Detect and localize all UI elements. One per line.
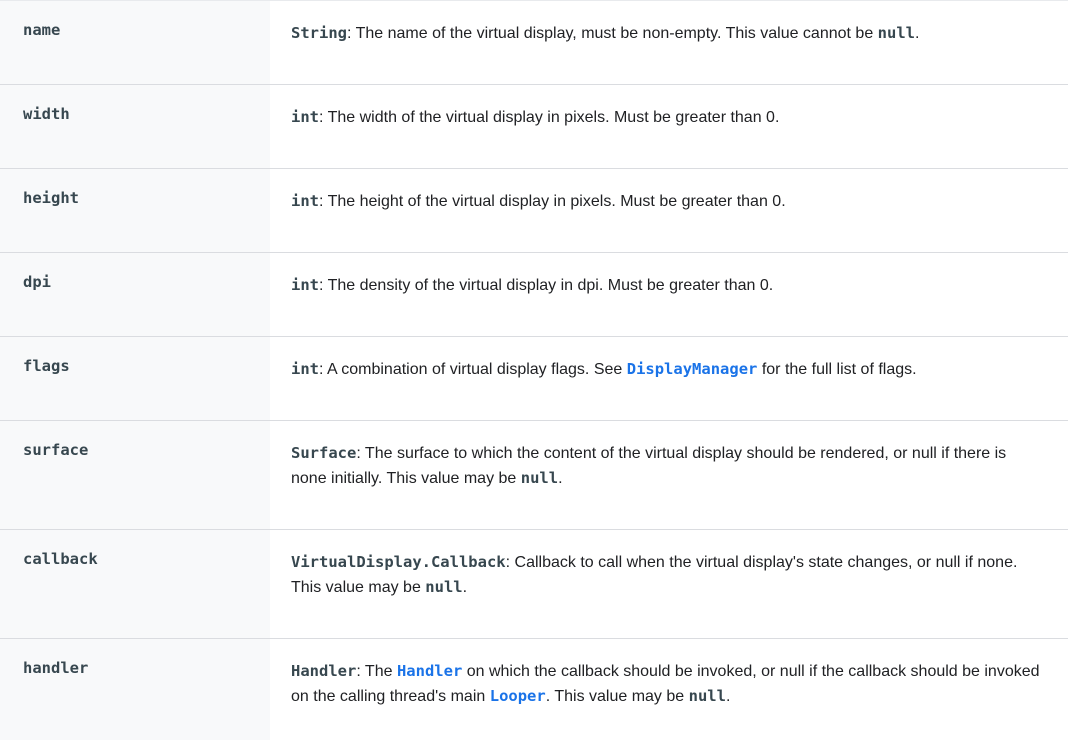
param-name: flags [0,336,270,421]
type-code: int [291,360,319,378]
param-description: Surface: The surface to which the conten… [270,421,1068,530]
inline-code: null [688,687,726,705]
param-name: surface [0,420,270,530]
param-row-flags: flags int: A combination of virtual disp… [0,336,1068,421]
description-text: . [462,579,468,596]
param-row-callback: callback VirtualDisplay.Callback: Callba… [0,529,1068,639]
type-code: int [291,276,319,294]
description-text: . This value may be [545,688,689,705]
param-description: int: The width of the virtual display in… [270,85,1068,169]
description-text: : The name of the virtual display, must … [347,25,878,42]
looper-link[interactable]: Looper [490,687,546,705]
param-row-width: width int: The width of the virtual disp… [0,84,1068,169]
param-name: name [0,0,270,85]
type-code: VirtualDisplay.Callback [291,553,506,571]
param-name: callback [0,529,270,639]
param-row-handler: handler Handler: The Handler on which th… [0,638,1068,740]
param-description: String: The name of the virtual display,… [270,1,1068,85]
param-row-height: height int: The height of the virtual di… [0,168,1068,253]
description-text: : A combination of virtual display flags… [319,361,627,378]
param-description: int: The density of the virtual display … [270,253,1068,337]
type-code: Surface [291,444,357,462]
type-code: int [291,192,319,210]
param-name: height [0,168,270,253]
param-description: VirtualDisplay.Callback: Callback to cal… [270,530,1068,639]
description-text: . [558,470,563,487]
description-text: . [725,688,731,705]
param-description: int: A combination of virtual display fl… [270,337,1068,421]
description-text: for the full list of flags. [757,361,917,378]
parameters-table: name String: The name of the virtual dis… [0,0,1068,740]
param-name: handler [0,638,270,740]
type-code: int [291,108,319,126]
inline-code: null [877,24,915,42]
param-name: width [0,84,270,169]
inline-code: null [425,578,463,596]
param-row-dpi: dpi int: The density of the virtual disp… [0,252,1068,337]
description-text: : The [356,663,397,680]
inline-code: null [520,469,559,487]
param-row-surface: surface Surface: The surface to which th… [0,420,1068,530]
param-name: dpi [0,252,270,337]
handler-link[interactable]: Handler [397,662,462,680]
type-code: String [291,24,347,42]
param-description: int: The height of the virtual display i… [270,169,1068,253]
description-text: . [914,25,920,42]
description-text: : The density of the virtual display in … [319,277,774,294]
type-code: Handler [291,662,357,680]
description-text: : The width of the virtual display in pi… [319,109,780,126]
description-text: : The surface to which the content of th… [291,445,1007,487]
parameters-table-body: name String: The name of the virtual dis… [0,0,1068,740]
description-text: : The height of the virtual display in p… [319,193,786,210]
param-description: Handler: The Handler on which the callba… [270,639,1068,740]
param-row-name: name String: The name of the virtual dis… [0,0,1068,85]
displaymanager-link[interactable]: DisplayManager [627,360,758,378]
